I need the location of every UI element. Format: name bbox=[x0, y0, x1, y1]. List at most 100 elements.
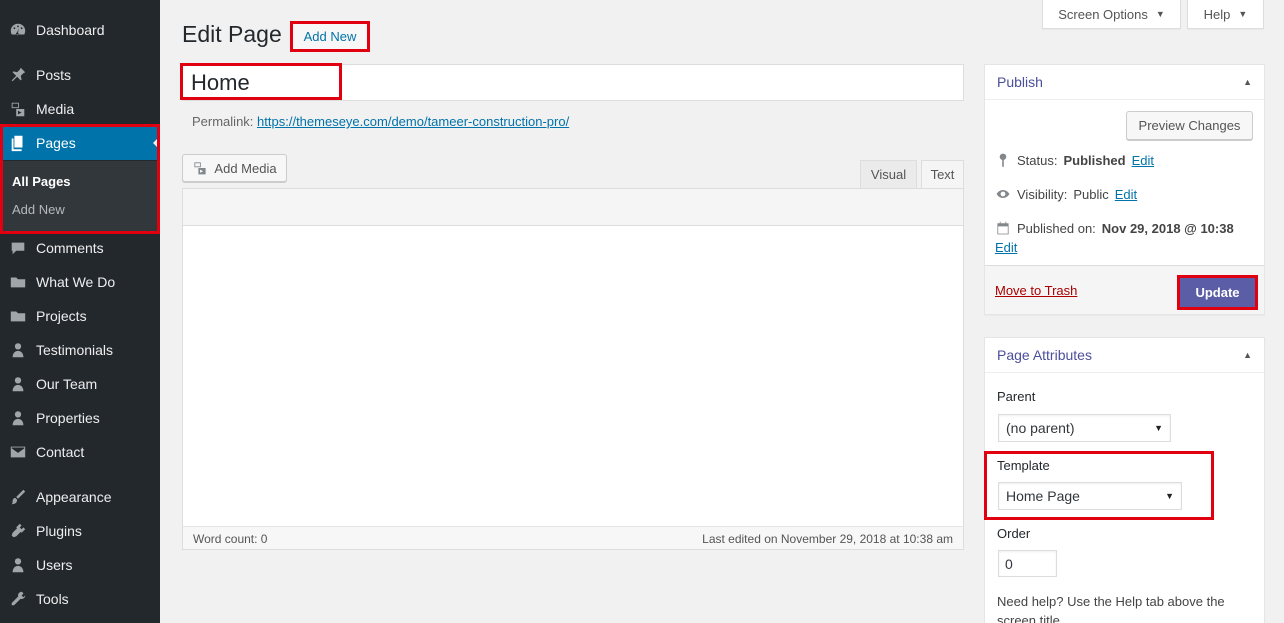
sidebar-item-users[interactable]: Users bbox=[0, 548, 160, 582]
page-attributes-title: Page Attributes bbox=[997, 347, 1092, 363]
sidebar-item-label: Media bbox=[36, 101, 75, 117]
caret-down-icon: ▼ bbox=[1155, 9, 1165, 19]
brush-icon bbox=[0, 488, 36, 506]
parent-select[interactable]: (no parent) ▼ bbox=[998, 414, 1171, 442]
publish-box-title: Publish bbox=[997, 74, 1043, 90]
submenu-all-pages[interactable]: All Pages bbox=[12, 174, 71, 189]
page-attributes-box: Page Attributes ▲ Parent (no parent) ▼ T… bbox=[984, 337, 1265, 623]
order-input[interactable]: 0 bbox=[998, 550, 1057, 577]
pin-icon bbox=[999, 153, 1007, 168]
publish-box-header[interactable]: Publish ▲ bbox=[985, 65, 1264, 100]
plugin-icon bbox=[0, 522, 36, 540]
word-count: Word count: 0 bbox=[193, 532, 268, 546]
add-new-button[interactable]: Add New bbox=[290, 21, 370, 52]
title-input[interactable] bbox=[191, 69, 891, 97]
sidebar-item-our-team[interactable]: Our Team bbox=[0, 367, 160, 401]
wrench-icon bbox=[0, 590, 36, 608]
sidebar-item-projects[interactable]: Projects bbox=[0, 299, 160, 333]
sidebar-item-label: Projects bbox=[36, 308, 87, 324]
sidebar-item-comments[interactable]: Comments bbox=[0, 231, 160, 265]
sidebar-item-label: Tools bbox=[36, 591, 69, 607]
submenu-add-new[interactable]: Add New bbox=[12, 202, 65, 217]
publish-actions: Move to Trash Update bbox=[985, 265, 1264, 314]
screen-options-button[interactable]: Screen Options ▼ bbox=[1042, 0, 1181, 29]
status-row: Status: Published Edit bbox=[995, 152, 1154, 168]
editor-textarea[interactable] bbox=[183, 226, 963, 526]
collapse-arrow-icon[interactable]: ▲ bbox=[1243, 350, 1252, 360]
calendar-icon bbox=[997, 221, 1009, 235]
sidebar-item-label: Dashboard bbox=[36, 22, 105, 38]
sidebar-item-media[interactable]: Media bbox=[0, 92, 160, 126]
sidebar-item-label: Users bbox=[36, 557, 73, 573]
template-select-value: Home Page bbox=[1006, 488, 1080, 504]
sidebar-item-label: Testimonials bbox=[36, 342, 114, 358]
parent-label: Parent bbox=[997, 389, 1036, 404]
edit-date-link[interactable]: Edit bbox=[995, 240, 1017, 255]
edit-visibility-link[interactable]: Edit bbox=[1115, 187, 1137, 202]
folder-icon bbox=[0, 273, 36, 291]
person-icon bbox=[0, 341, 36, 359]
move-to-trash-link[interactable]: Move to Trash bbox=[995, 283, 1077, 298]
sidebar-item-label: Appearance bbox=[36, 489, 112, 505]
order-label: Order bbox=[997, 526, 1031, 541]
pin-icon bbox=[0, 66, 36, 84]
sidebar-item-label: Pages bbox=[36, 135, 76, 151]
visibility-row: Visibility: Public Edit bbox=[995, 186, 1137, 202]
update-button[interactable]: Update bbox=[1177, 275, 1258, 310]
visibility-label: Visibility: bbox=[1017, 186, 1068, 202]
title-field bbox=[182, 64, 964, 101]
folder-icon bbox=[0, 307, 36, 325]
last-edited: Last edited on November 29, 2018 at 10:3… bbox=[702, 532, 953, 546]
add-media-label: Add Media bbox=[214, 160, 277, 176]
tab-text[interactable]: Text bbox=[921, 160, 964, 188]
email-icon bbox=[0, 443, 36, 461]
comment-icon bbox=[0, 239, 36, 257]
published-label: Published on: bbox=[1017, 220, 1096, 236]
published-on-row: Published on: Nov 29, 2018 @ 10:38 bbox=[995, 220, 1234, 236]
add-media-button[interactable]: Add Media bbox=[182, 154, 287, 182]
editor-status-bar: Word count: 0 Last edited on November 29… bbox=[183, 526, 963, 549]
sidebar-item-appearance[interactable]: Appearance bbox=[0, 480, 160, 514]
template-label: Template bbox=[997, 458, 1050, 473]
sidebar-item-label: Comments bbox=[36, 240, 104, 256]
permalink-link[interactable]: https://themeseye.com/demo/tameer-constr… bbox=[257, 114, 569, 129]
template-select[interactable]: Home Page ▼ bbox=[998, 482, 1182, 510]
sidebar-item-label: Contact bbox=[36, 444, 85, 460]
content-editor: Word count: 0 Last edited on November 29… bbox=[182, 188, 964, 550]
visibility-value: Public bbox=[1073, 186, 1109, 202]
sidebar-item-properties[interactable]: Properties bbox=[0, 401, 160, 435]
status-label: Status: bbox=[1017, 152, 1058, 168]
sidebar-item-contact[interactable]: Contact bbox=[0, 435, 160, 469]
media-icon bbox=[0, 100, 36, 118]
help-button[interactable]: Help ▼ bbox=[1187, 0, 1264, 29]
sidebar-item-what-we-do[interactable]: What We Do bbox=[0, 265, 160, 299]
media-icon bbox=[194, 162, 207, 175]
dashboard-icon bbox=[0, 21, 36, 39]
sidebar-item-posts[interactable]: Posts bbox=[0, 58, 160, 92]
pages-icon bbox=[0, 134, 36, 152]
person-icon bbox=[0, 375, 36, 393]
sidebar-item-label: What We Do bbox=[36, 274, 116, 290]
collapse-arrow-icon[interactable]: ▲ bbox=[1243, 77, 1252, 87]
edit-status-link[interactable]: Edit bbox=[1132, 153, 1154, 168]
sidebar-item-tools[interactable]: Tools bbox=[0, 582, 160, 616]
sidebar-item-plugins[interactable]: Plugins bbox=[0, 514, 160, 548]
person-icon bbox=[0, 409, 36, 427]
status-value: Published bbox=[1063, 152, 1126, 168]
sidebar-item-dashboard[interactable]: Dashboard bbox=[0, 13, 160, 47]
sidebar-item-label: Our Team bbox=[36, 376, 98, 392]
eye-icon bbox=[996, 190, 1010, 198]
sidebar-item-label: Plugins bbox=[36, 523, 82, 539]
tab-visual[interactable]: Visual bbox=[860, 160, 917, 188]
editor-toolbar bbox=[183, 189, 963, 226]
page-attributes-header[interactable]: Page Attributes ▲ bbox=[985, 338, 1264, 373]
preview-changes-button[interactable]: Preview Changes bbox=[1126, 111, 1253, 140]
parent-select-value: (no parent) bbox=[1006, 420, 1075, 436]
publish-box: Publish ▲ Preview Changes Status: Publis… bbox=[984, 64, 1265, 315]
sidebar-item-pages[interactable]: Pages bbox=[0, 126, 160, 160]
permalink-label: Permalink: bbox=[192, 114, 254, 129]
page-title: Edit Page bbox=[182, 21, 282, 47]
dropdown-arrow-icon: ▼ bbox=[1165, 491, 1174, 501]
help-label: Help bbox=[1203, 6, 1231, 22]
sidebar-item-testimonials[interactable]: Testimonials bbox=[0, 333, 160, 367]
